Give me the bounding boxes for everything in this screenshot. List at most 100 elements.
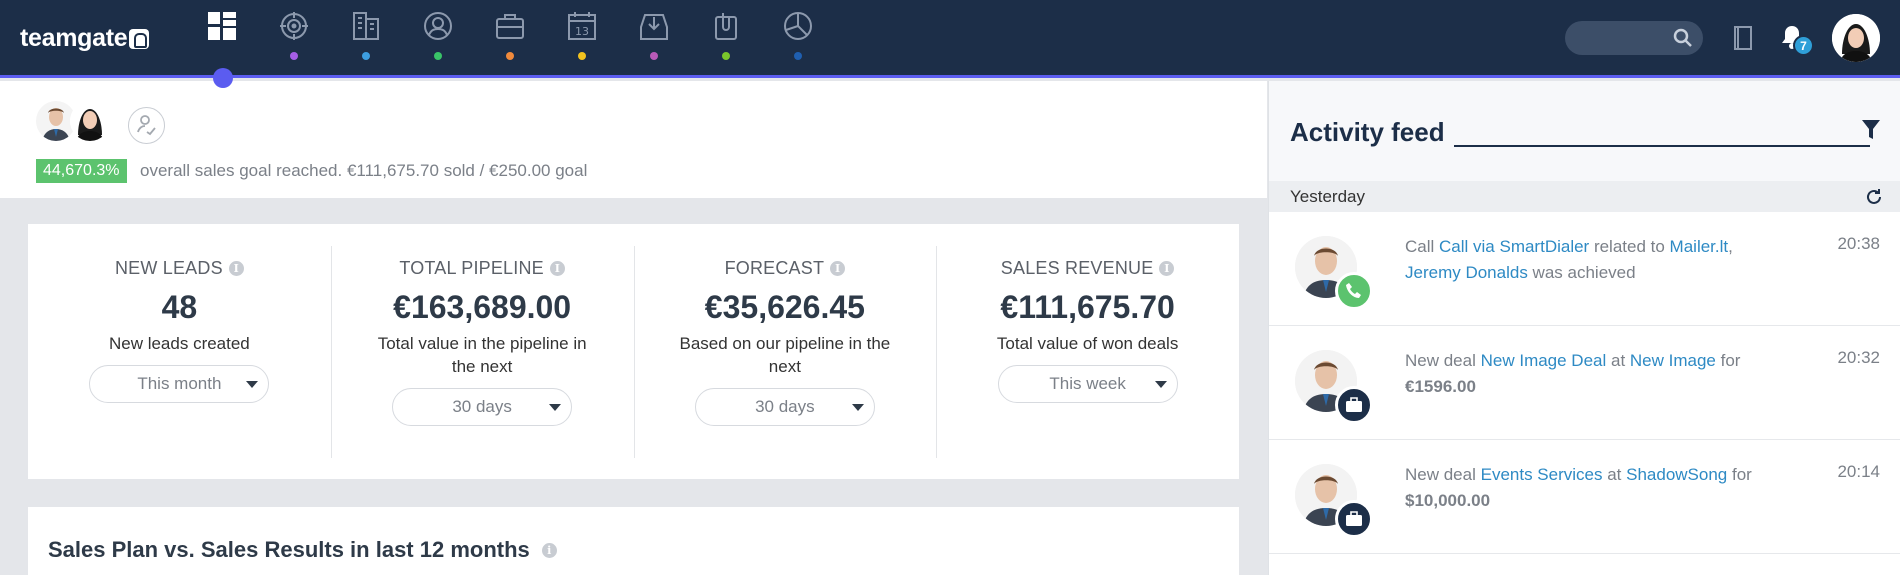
period-select[interactable]: 30 days xyxy=(694,388,875,426)
sales-plan-card: Sales Plan vs. Sales Results in last 12 … xyxy=(28,507,1239,575)
kpi-new-leads: NEW LEADS i 48 New leads created This mon… xyxy=(28,224,331,479)
chevron-down-icon xyxy=(549,404,562,411)
nav-dot xyxy=(506,52,514,60)
info-icon[interactable]: i xyxy=(830,261,846,276)
briefcase-icon xyxy=(1346,397,1362,412)
nav-reports[interactable] xyxy=(762,0,834,78)
chevron-down-icon xyxy=(1154,381,1167,388)
period-select[interactable]: 30 days xyxy=(392,388,573,426)
nav-contacts[interactable] xyxy=(402,0,474,78)
kpi-description: Total value in the pipeline in the next xyxy=(377,334,587,376)
search-icon xyxy=(1673,28,1692,47)
search-input[interactable] xyxy=(1565,21,1703,55)
feed-item-time: 20:14 xyxy=(1837,462,1880,481)
refresh-icon[interactable] xyxy=(1864,187,1884,207)
feed-item[interactable]: New deal Events Services at ShadowSong f… xyxy=(1269,440,1900,554)
goal-percent-badge: 44,670.3% xyxy=(36,159,127,183)
logo-mark-icon xyxy=(129,28,150,49)
nav-dot xyxy=(578,52,586,60)
feed-item-time: 20:32 xyxy=(1837,348,1880,367)
feed-day-header: Yesterday xyxy=(1269,181,1900,212)
feed-day-label: Yesterday xyxy=(1290,187,1365,206)
kpi-value: €35,626.45 xyxy=(704,289,865,325)
feed-item-text: Call Call via SmartDialer related to Mai… xyxy=(1405,237,1733,282)
sales-plan-title: Sales Plan vs. Sales Results in last 12 … xyxy=(48,537,557,563)
deal-type-badge xyxy=(1335,500,1373,538)
target-icon xyxy=(280,12,308,40)
activity-feed-title: Activity feed xyxy=(1290,117,1445,147)
kpi-title: NEW LEADS i xyxy=(115,258,244,279)
nav-goals[interactable] xyxy=(258,0,330,78)
teamgate-logo[interactable]: teamgate xyxy=(20,24,150,53)
notification-badge: 7 xyxy=(1793,35,1814,56)
info-icon[interactable]: i xyxy=(228,261,244,276)
nav-companies[interactable] xyxy=(330,0,402,78)
main-nav: 13 xyxy=(186,0,834,78)
company-link[interactable]: New Image xyxy=(1630,351,1716,370)
logo-text: teamgate xyxy=(20,24,128,52)
feed-item[interactable]: New deal New Image Deal at New Image for… xyxy=(1269,326,1900,440)
nav-dot xyxy=(794,52,802,60)
company-link[interactable]: Mailer.lt xyxy=(1670,237,1729,256)
sales-goal-summary: 44,670.3% overall sales goal reached. €1… xyxy=(0,81,1267,198)
kpi-title: TOTAL PIPELINE i xyxy=(399,258,565,279)
info-icon[interactable]: i xyxy=(541,542,557,558)
period-select[interactable]: This month xyxy=(89,365,270,403)
nav-dot xyxy=(290,52,298,60)
deal-link[interactable]: Events Services xyxy=(1481,465,1603,484)
kpi-description: Total value of won deals xyxy=(996,334,1179,353)
kpi-forecast: FORECAST i €35,626.45 Based on our pipeli… xyxy=(633,224,937,479)
deal-amount: $10,000.00 xyxy=(1405,491,1491,510)
nav-dot xyxy=(722,52,730,60)
nav-dot xyxy=(434,52,442,60)
deal-link[interactable]: New Image Deal xyxy=(1481,351,1607,370)
nav-files[interactable] xyxy=(690,0,762,78)
call-type-badge xyxy=(1335,272,1373,310)
chevron-down-icon xyxy=(851,404,864,411)
avatar-woman[interactable] xyxy=(70,101,110,141)
feed-item-text: New deal Events Services at ShadowSong f… xyxy=(1405,465,1752,510)
user-assign-icon xyxy=(137,115,156,136)
info-icon[interactable]: i xyxy=(1159,261,1175,276)
filter-icon[interactable] xyxy=(1861,119,1881,141)
deal-type-badge xyxy=(1335,386,1373,424)
dashboard-icon xyxy=(208,12,236,40)
buildings-icon xyxy=(353,12,379,40)
feed-item-text: New deal New Image Deal at New Image for… xyxy=(1405,351,1741,396)
deal-amount: €1596.00 xyxy=(1405,377,1476,396)
nav-dot xyxy=(362,52,370,60)
info-icon[interactable]: i xyxy=(549,261,565,276)
period-select[interactable]: This week xyxy=(997,365,1178,403)
kpi-description: New leads created xyxy=(108,334,250,353)
feed-item-time: 20:38 xyxy=(1837,234,1880,253)
chevron-down-icon xyxy=(246,381,259,388)
activity-link[interactable]: Call via SmartDialer xyxy=(1439,237,1589,256)
user-avatar[interactable] xyxy=(1832,14,1880,62)
top-navigation-bar: teamgate 13 7 xyxy=(0,0,1900,78)
contact-link[interactable]: Jeremy Donalds xyxy=(1405,263,1528,282)
kpi-value: 48 xyxy=(161,289,198,325)
feed-item[interactable]: Call Call via SmartDialer related to Mai… xyxy=(1269,212,1900,326)
kpi-card: NEW LEADS i 48 New leads created This mon… xyxy=(28,224,1239,479)
assign-user-button[interactable] xyxy=(128,107,165,144)
company-link[interactable]: ShadowSong xyxy=(1626,465,1727,484)
attachment-icon xyxy=(715,13,737,40)
nav-inbox[interactable] xyxy=(618,0,690,78)
activity-feed-header: Activity feed xyxy=(1269,81,1900,181)
kpi-description: Based on our pipeline in the next xyxy=(679,334,891,376)
kpi-title: FORECAST i xyxy=(725,258,846,279)
activity-feed: Activity feed Yesterday Call Call via Sm… xyxy=(1268,81,1900,575)
phone-icon xyxy=(1346,283,1361,298)
feed-title-underline xyxy=(1454,145,1870,147)
team-avatars xyxy=(36,101,110,141)
inbox-icon xyxy=(640,14,668,40)
active-nav-indicator xyxy=(213,68,233,88)
phone-book-icon[interactable] xyxy=(1733,26,1753,50)
nav-dot xyxy=(650,52,658,60)
nav-deals[interactable] xyxy=(474,0,546,78)
nav-calendar[interactable]: 13 xyxy=(546,0,618,78)
nav-dashboard[interactable] xyxy=(186,0,258,78)
kpi-total-pipeline: TOTAL PIPELINE i €163,689.00 Total value … xyxy=(330,224,634,479)
briefcase-icon xyxy=(496,14,524,39)
contact-icon xyxy=(424,12,452,40)
